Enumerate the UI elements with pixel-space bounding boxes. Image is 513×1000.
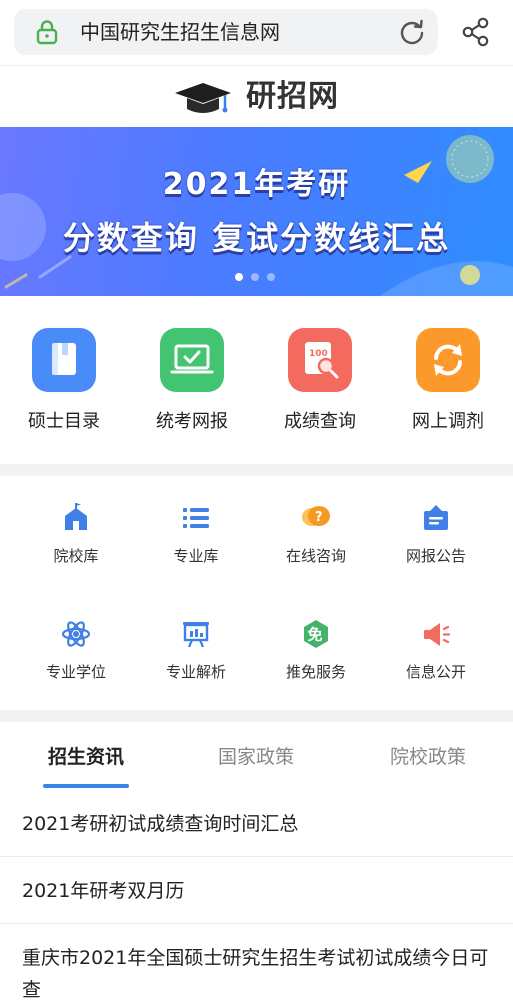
- pager-dot-active[interactable]: [235, 273, 243, 281]
- banner-pagination: [235, 273, 279, 281]
- svg-text:?: ?: [315, 510, 323, 525]
- sub-nav-item-notice[interactable]: 网报公告: [376, 502, 496, 582]
- tab-active-indicator: [43, 784, 129, 788]
- sub-nav-item-analysis[interactable]: 专业解析: [136, 618, 256, 698]
- main-nav-item-adjust[interactable]: 网上调剂: [384, 328, 512, 438]
- book-icon: [32, 328, 96, 392]
- main-nav-item-registration[interactable]: 统考网报: [128, 328, 256, 438]
- sub-nav-label: 专业学位: [45, 663, 106, 681]
- sub-nav-item-major[interactable]: 专业库: [136, 502, 256, 582]
- browser-toolbar: 中国研究生招生信息网: [0, 0, 513, 66]
- news-title: 2021考研初试成绩查询时间汇总: [22, 813, 299, 835]
- list-icon: [183, 508, 209, 528]
- news-tabs: 招生资讯 国家政策 院校政策: [0, 722, 513, 794]
- main-nav-label: 成绩查询: [284, 411, 356, 432]
- sub-nav-item-degree[interactable]: 专业学位: [16, 618, 136, 698]
- atom-icon: [61, 621, 91, 647]
- promo-banner[interactable]: 2021年考研 分数查询 复试分数线汇总: [0, 127, 513, 296]
- sub-nav-item-consult[interactable]: ? 在线咨询: [256, 502, 376, 582]
- svg-text:免: 免: [308, 626, 323, 644]
- reload-icon[interactable]: [398, 18, 426, 46]
- sub-nav-label: 推免服务: [285, 663, 346, 681]
- sub-nav-item-disclosure[interactable]: 信息公开: [376, 618, 496, 698]
- banner-decoration: [0, 135, 513, 296]
- sub-nav-label: 专业解析: [165, 663, 226, 681]
- sub-nav-label: 网报公告: [405, 547, 466, 565]
- news-title: 2021年研考双月历: [22, 880, 185, 902]
- sub-nav-item-school[interactable]: 院校库: [16, 502, 136, 582]
- sub-nav-label: 专业库: [173, 547, 219, 565]
- section-divider: [0, 710, 513, 722]
- main-nav-label: 网上调剂: [412, 411, 484, 432]
- news-list: 2021考研初试成绩查询时间汇总 2021年研考双月历 重庆市2021年全国硕士…: [0, 794, 513, 1000]
- list-item[interactable]: 2021考研初试成绩查询时间汇总: [0, 794, 513, 857]
- megaphone-icon: [424, 623, 451, 646]
- list-item[interactable]: 重庆市2021年全国硕士研究生招生考试初试成绩今日可查: [0, 924, 513, 1000]
- swap-icon: [416, 328, 480, 392]
- banner-subheadline: 分数查询 复试分数线汇总: [62, 219, 451, 257]
- tab-admissions-news[interactable]: 招生资讯: [16, 744, 156, 770]
- tab-school-policy[interactable]: 院校政策: [358, 744, 498, 770]
- laptop-check-icon: [160, 328, 224, 392]
- notice-icon: [424, 505, 448, 530]
- list-item[interactable]: 2021年研考双月历: [0, 857, 513, 924]
- news-title: 重庆市2021年全国硕士研究生招生考试初试成绩今日可查: [22, 947, 489, 1000]
- svg-text:100: 100: [309, 349, 328, 359]
- sub-nav: 院校库 专业库 ? 在线咨询 网报公告 专业学位 专业解析 免 推免服务 信息公…: [0, 476, 513, 710]
- main-nav-label: 硕士目录: [28, 411, 100, 432]
- sub-nav-label: 在线咨询: [285, 547, 346, 565]
- banner-headline: 2021年考研: [162, 167, 351, 202]
- sub-nav-label: 信息公开: [405, 663, 466, 681]
- main-nav-label: 统考网报: [156, 411, 228, 432]
- sub-nav-label: 院校库: [53, 547, 99, 565]
- section-divider: [0, 464, 513, 476]
- share-icon[interactable]: [460, 16, 492, 48]
- site-logo[interactable]: 研招网: [0, 67, 513, 127]
- address-bar[interactable]: 中国研究生招生信息网: [14, 9, 438, 55]
- exempt-badge-icon: 免: [304, 620, 328, 648]
- main-nav-item-score[interactable]: 100 成绩查询: [256, 328, 384, 438]
- lock-icon: [36, 20, 58, 45]
- logo-text: 研招网: [246, 79, 339, 114]
- school-icon: [65, 503, 87, 530]
- tab-national-policy[interactable]: 国家政策: [186, 744, 326, 770]
- page-title: 中国研究生招生信息网: [80, 20, 280, 44]
- pager-dot[interactable]: [267, 273, 275, 281]
- score-search-icon: 100: [288, 328, 352, 392]
- main-nav: 硕士目录 统考网报 100 成绩查询 网上调剂: [0, 296, 513, 464]
- chat-question-icon: ?: [302, 506, 330, 526]
- main-nav-item-catalog[interactable]: 硕士目录: [0, 328, 128, 438]
- sub-nav-item-exempt[interactable]: 免 推免服务: [256, 618, 376, 698]
- pager-dot[interactable]: [251, 273, 259, 281]
- graduation-cap-icon: [175, 83, 231, 113]
- presentation-icon: [183, 622, 209, 648]
